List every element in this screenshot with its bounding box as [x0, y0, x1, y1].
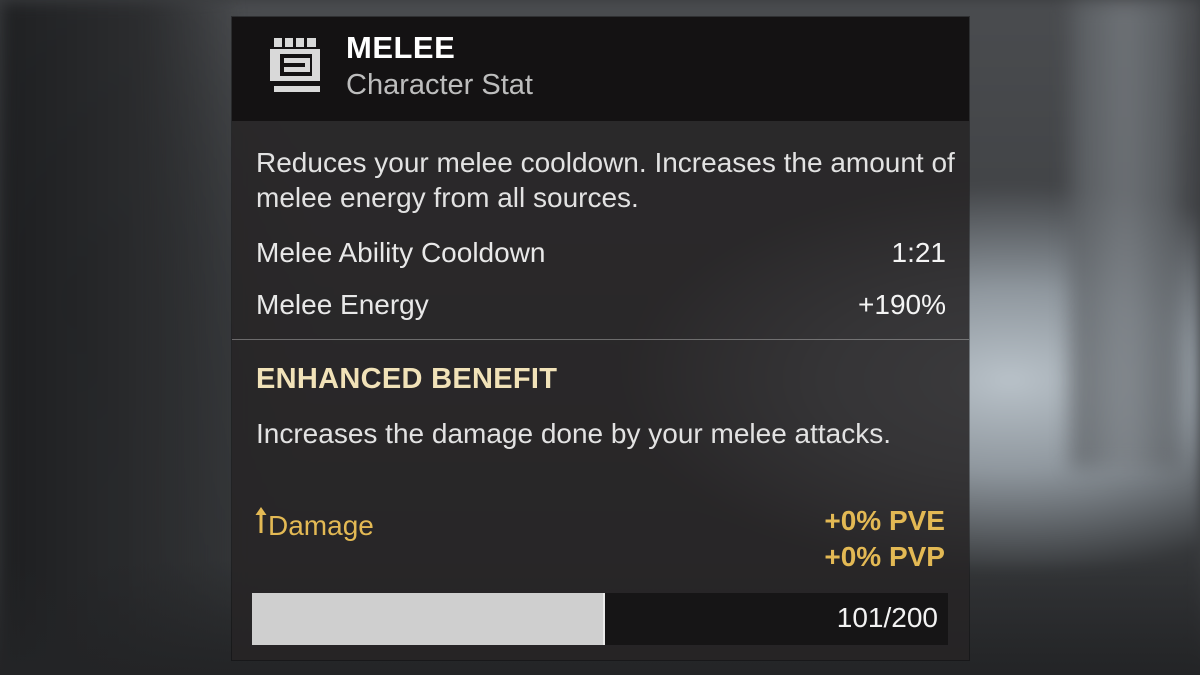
stat-title: MELEE	[346, 30, 456, 65]
enhanced-benefit-title: ENHANCED BENEFIT	[256, 363, 558, 395]
stat-row-cooldown: Melee Ability Cooldown 1:21	[256, 237, 946, 273]
progress-marker	[603, 593, 605, 645]
up-arrow-icon	[255, 507, 267, 533]
tooltip-header: MELEE Character Stat	[232, 17, 969, 121]
damage-label: Damage	[254, 505, 374, 542]
section-divider	[232, 339, 969, 340]
stat-row-value: +190%	[858, 289, 946, 320]
enhanced-benefit-description: Increases the damage done by your melee …	[256, 418, 892, 449]
stat-subtitle: Character Stat	[346, 69, 533, 101]
melee-fist-icon	[270, 38, 320, 92]
progress-fill	[252, 593, 603, 645]
stat-description: Reduces your melee cooldown. Increases t…	[256, 147, 955, 213]
stat-progress-bar: 101/200	[252, 593, 948, 645]
progress-text: 101/200	[836, 602, 938, 633]
damage-pve-value: +0% PVE	[824, 505, 945, 536]
stat-row-label: Melee Energy	[256, 289, 429, 320]
stat-tooltip: MELEE Character Stat Reduces your melee …	[232, 17, 969, 660]
background-pillar	[1070, 0, 1180, 470]
stat-row-energy: Melee Energy +190%	[256, 289, 946, 325]
damage-pvp-value: +0% PVP	[824, 541, 945, 572]
stat-row-label: Melee Ability Cooldown	[256, 237, 546, 268]
stat-row-value: 1:21	[891, 237, 947, 268]
damage-label-text: Damage	[268, 510, 374, 541]
